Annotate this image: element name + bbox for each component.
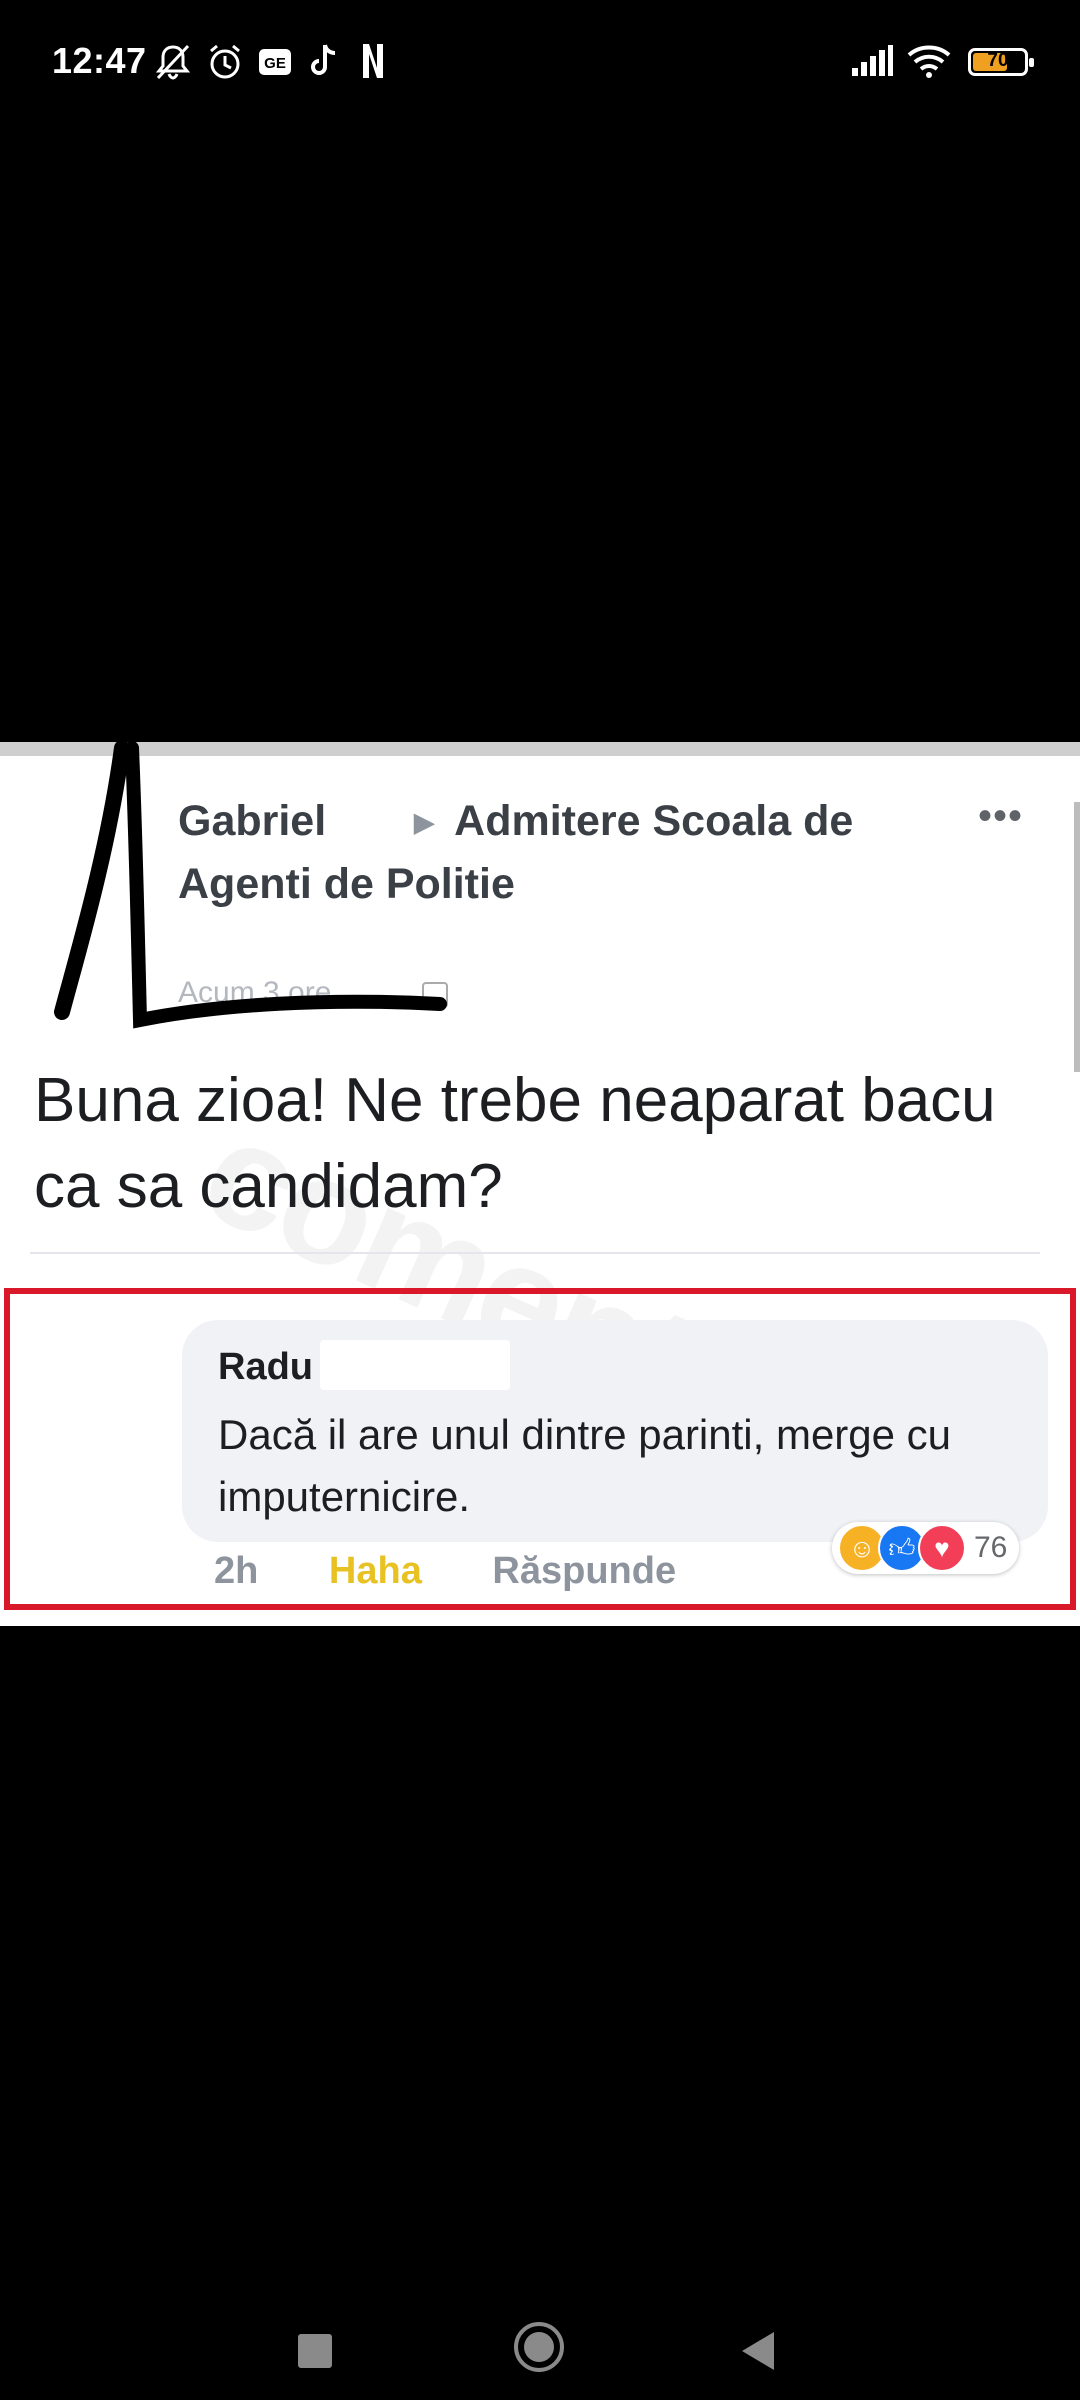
alarm-icon xyxy=(210,44,240,79)
highlighted-comment: Radu Dacă il are unul dintre parinti, me… xyxy=(4,1288,1076,1610)
battery-cap xyxy=(1029,58,1034,67)
audience-icon xyxy=(422,982,448,1008)
comment-time: 2h xyxy=(214,1550,259,1592)
comment-text: Dacă il are unul dintre parinti, merge c… xyxy=(218,1411,952,1520)
image-top-border xyxy=(0,742,1080,756)
image-scrollbar xyxy=(1074,802,1080,1072)
tiktok-icon xyxy=(311,44,336,75)
post-text: Buna zioa! Ne trebe neaparat bacu ca sa … xyxy=(34,1066,996,1221)
comment-bubble: Radu Dacă il are unul dintre parinti, me… xyxy=(182,1320,1048,1542)
battery-label: 70 xyxy=(987,50,1009,71)
post-timestamp: Acum 3 ore xyxy=(178,976,332,1009)
reaction-count: 76 xyxy=(974,1531,1008,1564)
caret-right-icon: ▶ xyxy=(414,807,435,837)
love-icon: ♥ xyxy=(918,1524,966,1572)
navigation-bar xyxy=(0,2270,1080,2400)
wifi-icon xyxy=(907,45,951,78)
reply-button[interactable]: Răspunde xyxy=(492,1550,676,1592)
reaction-button[interactable]: Haha xyxy=(329,1550,422,1592)
svg-text:GE: GE xyxy=(264,55,286,72)
status-bar: 12:47 GE 70 xyxy=(0,0,1080,128)
notifications-off-icon xyxy=(155,44,191,80)
netflix-icon xyxy=(363,44,383,78)
comment-actions: 2h Haha Răspunde xyxy=(214,1550,736,1593)
post-divider xyxy=(30,1252,1040,1254)
status-time: 12:47 xyxy=(52,40,147,81)
back-button[interactable] xyxy=(742,2332,774,2370)
home-button[interactable] xyxy=(514,2322,564,2372)
reaction-summary[interactable]: ☺ 👍︎ ♥ 76 xyxy=(832,1522,1020,1574)
post-header: Gabriel ▶ Admitere Scoala de Agenti de Pol… xyxy=(178,792,938,913)
news-app-icon: GE xyxy=(259,49,291,75)
recents-button[interactable] xyxy=(298,2334,332,2368)
post-author[interactable]: Gabriel xyxy=(178,797,326,845)
redaction-box xyxy=(320,1340,510,1390)
home-button-dot xyxy=(524,2332,554,2362)
battery-indicator: 70 xyxy=(968,48,1034,76)
more-options-icon[interactable]: ••• xyxy=(978,794,1023,839)
signal-icon xyxy=(852,45,893,76)
screen: 12:47 GE 70 comentarii Gabriel ▶ Admiter… xyxy=(0,0,1080,2400)
comment-author[interactable]: Radu xyxy=(218,1346,313,1389)
post-screenshot: comentarii Gabriel ▶ Admitere Scoala de Ag… xyxy=(0,742,1080,1626)
